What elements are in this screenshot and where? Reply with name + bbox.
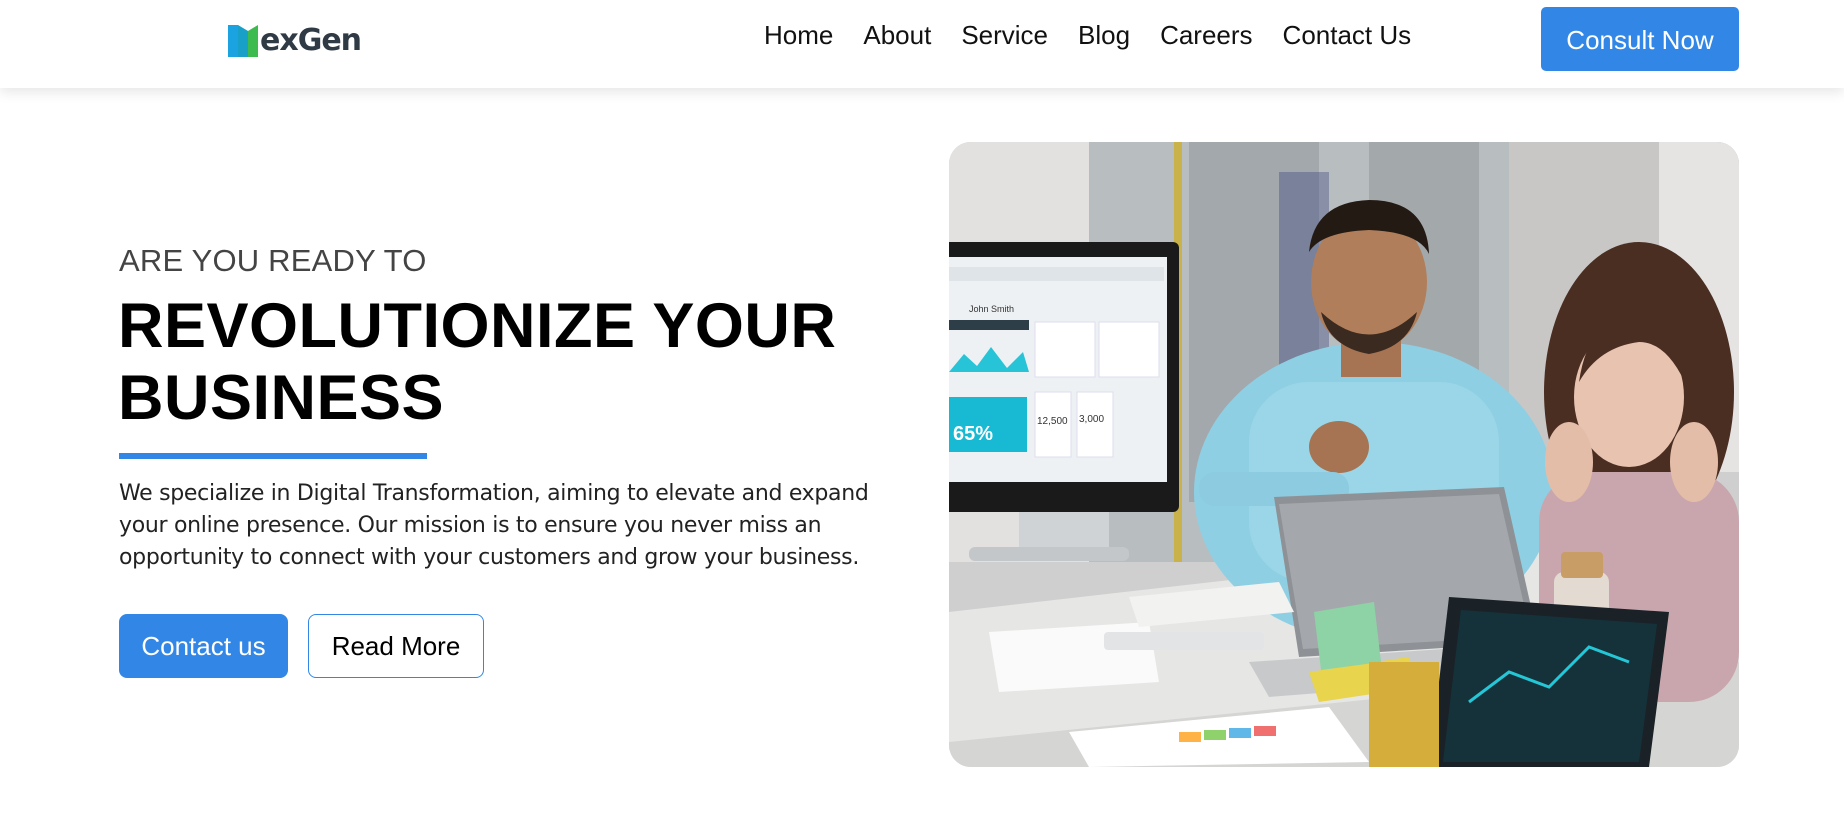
headline-underline [119,453,427,459]
office-photo-illustration: John Smith 65% 12,500 3,000 [949,142,1739,767]
hero-eyebrow: ARE YOU READY TO [119,243,427,278]
logo-mark-icon [228,25,258,57]
logo[interactable]: exGen [226,22,362,60]
main-nav: Home About Service Blog Careers Contact … [764,18,1411,52]
hero-description: We specialize in Digital Transformation,… [119,481,869,570]
hero-headline-line-2: BUSINESS [118,363,445,433]
site-header: exGen Home About Service Blog Careers Co… [0,0,1844,88]
consult-now-button[interactable]: Consult Now [1541,7,1739,71]
read-more-button[interactable]: Read More [308,614,484,678]
monitor-stat-1: 12,500 [1037,416,1068,427]
nav-blog[interactable]: Blog [1078,18,1130,52]
nav-contact-us[interactable]: Contact Us [1283,18,1412,52]
nav-about[interactable]: About [863,18,931,52]
contact-us-button[interactable]: Contact us [119,614,288,678]
nav-careers[interactable]: Careers [1160,18,1252,52]
hero-headline-line-1: REVOLUTIONIZE YOUR [118,291,837,361]
logo-text: exGen [260,23,362,58]
monitor-percent: 65% [953,423,993,445]
monitor-name-label: John Smith [969,304,1014,314]
hero-headline: REVOLUTIONIZE YOUR BUSINESS [118,290,838,434]
nav-home[interactable]: Home [764,18,833,52]
monitor-stat-2: 3,000 [1079,414,1104,425]
hero-image: John Smith 65% 12,500 3,000 [949,142,1739,767]
nav-service[interactable]: Service [961,18,1048,52]
